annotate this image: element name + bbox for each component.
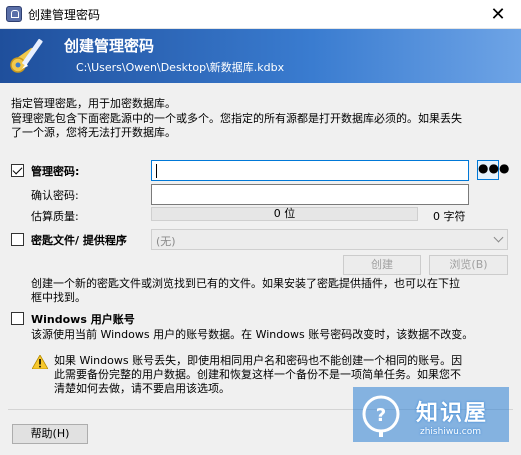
- warning-icon: [32, 355, 48, 369]
- key-pen-icon: [10, 38, 43, 73]
- svg-text:?: ?: [376, 405, 386, 426]
- key-file-checkbox[interactable]: [11, 233, 24, 246]
- windows-account-label: Windows 用户账号: [31, 313, 135, 326]
- master-password-checkbox[interactable]: [11, 164, 24, 177]
- key-file-selected: (无): [156, 235, 176, 248]
- confirm-password-label: 确认密码:: [31, 189, 79, 202]
- show-password-button[interactable]: ●●●: [477, 160, 509, 180]
- chevron-down-icon: [493, 232, 504, 243]
- create-label: 创建: [371, 258, 393, 271]
- database-path: C:\Users\Owen\Desktop\新数据库.kdbx: [76, 61, 285, 74]
- warning-text-line-2: 此需要备份完整的用户数据。创建和恢复这样一个备份不是一项简单任务。如果您不: [54, 368, 461, 381]
- help-label: 帮助(H): [30, 427, 70, 440]
- title-bar: 创建管理密码 ✕: [0, 0, 521, 29]
- confirm-password-input[interactable]: [151, 184, 469, 205]
- key-file-description-line-2: 框中找到。: [31, 291, 86, 304]
- key-file-description-line-1: 创建一个新的密匙文件或浏览找到已有的文件。如果安装了密匙提供插件，也可以在下拉: [31, 277, 460, 290]
- text-caret: [156, 164, 157, 178]
- intro-description-line-1: 管理密匙包含下面密匙源中的一个或多个。您指定的所有源都是打开数据库必须的。如果丢…: [11, 112, 462, 125]
- help-button[interactable]: 帮助(H): [12, 424, 88, 444]
- windows-account-description: 该源使用当前 Windows 用户的账号数据。在 Windows 账号密码改变时…: [31, 328, 474, 341]
- key-file-select[interactable]: (无): [151, 229, 508, 250]
- window-title: 创建管理密码: [28, 8, 101, 22]
- master-password-label: 管理密码:: [31, 165, 80, 178]
- close-button[interactable]: ✕: [475, 0, 521, 29]
- header-banner: 创建管理密码 C:\Users\Owen\Desktop\新数据库.kdbx: [0, 29, 521, 83]
- create-key-file-button[interactable]: 创建: [343, 255, 421, 275]
- intro-description-line-2: 了一个源，您将无法打开数据库。: [11, 126, 176, 139]
- browse-label: 浏览(B): [449, 258, 488, 271]
- browse-key-file-button[interactable]: 浏览(B): [429, 255, 508, 275]
- master-password-input[interactable]: [151, 160, 469, 181]
- watermark-text: 知识屋: [416, 401, 489, 426]
- warning-text-line-1: 如果 Windows 账号丢失，即使用相同用户名和密码也不能创建一个相同的账号。…: [54, 354, 463, 367]
- estimated-quality-label: 估算质量:: [31, 210, 79, 223]
- intro-line: 指定管理密匙，用于加密数据库。: [11, 97, 176, 110]
- windows-account-checkbox[interactable]: [11, 312, 24, 325]
- char-count: 0 字符: [433, 210, 466, 223]
- banner-heading: 创建管理密码: [64, 37, 155, 55]
- keepass-lock-icon: [6, 6, 22, 22]
- warning-text-line-3: 清楚如何去做，请不要启用该选项。: [54, 382, 230, 395]
- key-file-label: 密匙文件/ 提供程序: [31, 234, 127, 247]
- quality-bar: 0 位: [151, 207, 418, 221]
- watermark-url: zhishiwu.com: [420, 427, 481, 437]
